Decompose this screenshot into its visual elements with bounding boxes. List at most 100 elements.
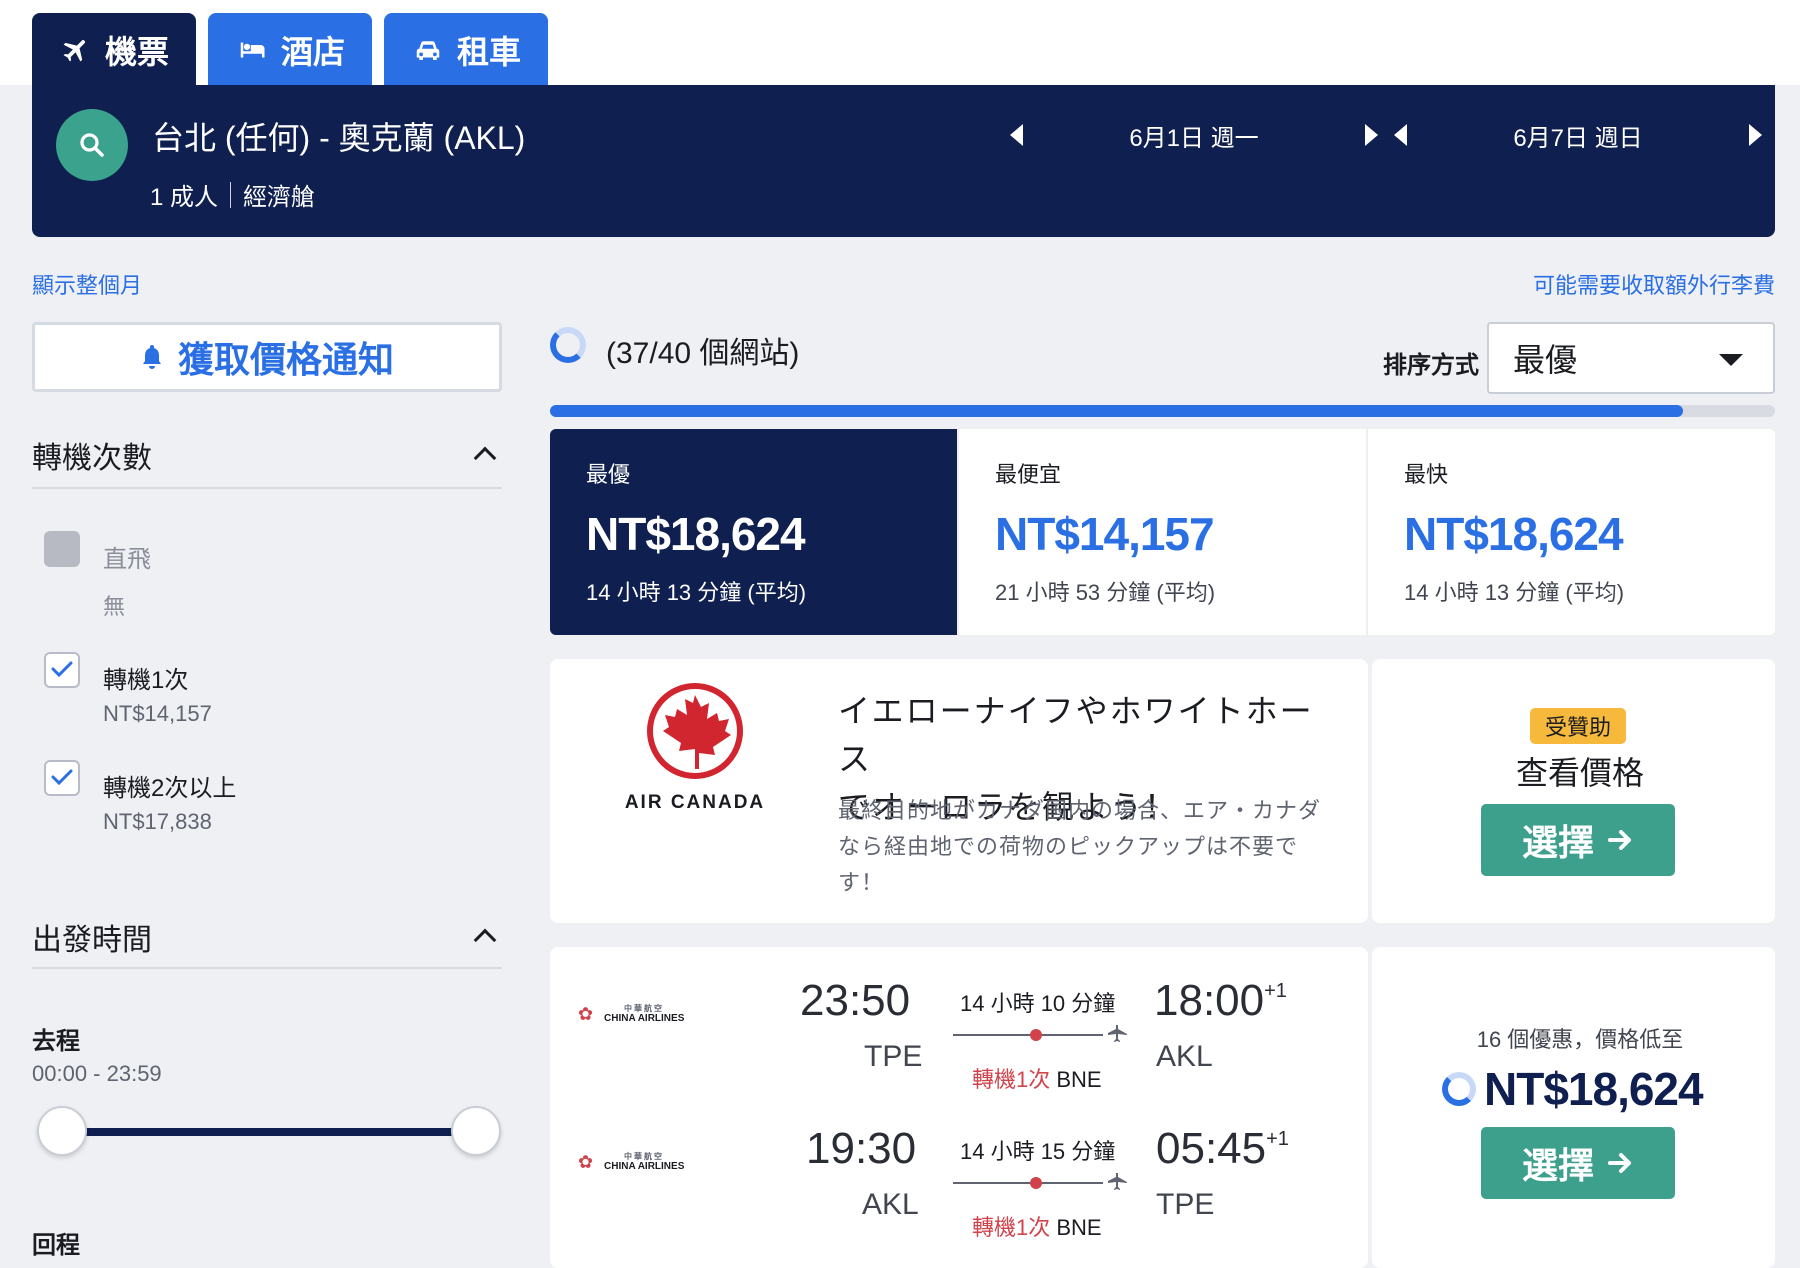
one-stop-checkbox[interactable] <box>44 652 80 688</box>
one-stop-label[interactable]: 轉機1次 <box>103 660 188 695</box>
day-offset: +1 <box>1264 980 1287 1002</box>
leg-via-airport: BNE <box>1056 1215 1102 1240</box>
sponsored-badge: 受贊助 <box>1530 708 1626 744</box>
tab-flights[interactable]: 機票 <box>32 13 196 86</box>
airplane-icon <box>1108 1173 1127 1190</box>
slider-handle-start[interactable] <box>37 1106 87 1156</box>
depart-date-picker: 6月1日 週一 <box>1010 115 1378 155</box>
progress-text: (37/40 個網站) <box>606 337 800 370</box>
show-month-link[interactable]: 顯示整個月 <box>32 268 142 300</box>
route-text[interactable]: 台北 (任何) - 奧克蘭 (AKL) <box>152 113 525 159</box>
summary-tab-duration: 14 小時 13 分鐘 (平均) <box>586 580 807 605</box>
ad-select-button[interactable]: 選擇 <box>1481 804 1675 876</box>
departure-time-title[interactable]: 出發時間 <box>32 915 152 959</box>
result-select-label: 選擇 <box>1521 1145 1594 1186</box>
plum-blossom-icon: ✿ <box>578 1004 594 1024</box>
air-canada-logo: AIR CANADA <box>620 681 770 814</box>
view-price-label: 查看價格 <box>1515 755 1644 791</box>
ad-title-line: イエローナイフやホワイトホース <box>838 693 1314 777</box>
leg-stop-count: 轉機1次 <box>972 1215 1051 1240</box>
leg-stops: 轉機1次 BNE <box>972 1210 1102 1242</box>
cabin-class: 經濟艙 <box>243 184 316 211</box>
return-date[interactable]: 6月7日 週日 <box>1407 118 1749 153</box>
depart-next-arrow-icon[interactable] <box>1365 124 1378 146</box>
summary-tab-cheapest[interactable]: 最便宜 NT$14,157 21 小時 53 分鐘 (平均) <box>959 429 1368 635</box>
summary-tab-best[interactable]: 最優 NT$18,624 14 小時 13 分鐘 (平均) <box>550 429 959 635</box>
plum-blossom-icon: ✿ <box>578 1152 594 1172</box>
sort-value: 最優 <box>1513 342 1578 378</box>
car-icon <box>416 40 440 60</box>
depart-prev-arrow-icon[interactable] <box>1010 124 1023 146</box>
stops-filter-title[interactable]: 轉機次數 <box>32 433 152 477</box>
sponsored-ad-card[interactable]: AIR CANADA イエローナイフやホワイトホース でオーロラを観よう！ 最終… <box>550 659 1368 923</box>
leg-duration: 14 小時 15 分鐘 <box>960 1139 1116 1164</box>
search-summary-bar: 台北 (任何) - 奧克蘭 (AKL) 1 成人 經濟艙 6月1日 週一 6月7… <box>32 85 1775 237</box>
outbound-slider-track[interactable] <box>62 1128 476 1136</box>
tab-hotels[interactable]: 酒店 <box>208 13 372 86</box>
leg-stop-dot <box>1030 1029 1042 1041</box>
summary-tab-label: 最便宜 <box>995 462 1062 487</box>
maple-leaf-icon <box>647 683 743 779</box>
result-select-button[interactable]: 選擇 <box>1481 1127 1675 1199</box>
summary-tab-duration: 14 小時 13 分鐘 (平均) <box>1404 580 1625 605</box>
bell-icon <box>142 345 161 369</box>
checkmark-icon <box>51 769 73 786</box>
leg-stop-count: 轉機1次 <box>972 1067 1051 1092</box>
nonstop-price: 無 <box>103 594 126 619</box>
summary-tab-label: 最優 <box>586 462 631 487</box>
result-price: NT$18,624 <box>1442 1062 1704 1116</box>
airline-logo: ✿ 中華航空 CHINA AIRLINES <box>578 1152 684 1172</box>
one-stop-price: NT$14,157 <box>103 701 212 726</box>
airplane-icon <box>1108 1025 1127 1042</box>
loading-spinner-icon <box>1442 1072 1476 1106</box>
summary-tab-duration: 21 小時 53 分鐘 (平均) <box>995 580 1216 605</box>
arrow-right-icon <box>1608 830 1631 850</box>
leg-arrive-time: 18:00+1 <box>1154 976 1287 1026</box>
outbound-label: 去程 <box>32 1028 80 1055</box>
return-next-arrow-icon[interactable] <box>1749 124 1762 146</box>
leg-arrive-time-value: 18:00 <box>1154 976 1265 1025</box>
ad-brand: AIR CANADA <box>624 792 766 813</box>
airline-name: CHINA AIRLINES <box>604 1161 685 1172</box>
two-plus-stops-checkbox[interactable] <box>44 760 80 796</box>
leg-arrive-airport: TPE <box>1156 1188 1215 1221</box>
chevron-up-icon[interactable] <box>473 446 497 470</box>
depart-date[interactable]: 6月1日 週一 <box>1023 118 1365 153</box>
ad-select-label: 選擇 <box>1521 822 1594 863</box>
chevron-up-icon[interactable] <box>473 928 497 952</box>
search-icon <box>80 133 104 157</box>
price-alert-button[interactable]: 獲取價格通知 <box>32 322 502 392</box>
tab-cars[interactable]: 租車 <box>384 13 548 86</box>
leg-arrive-time: 05:45+1 <box>1156 1124 1289 1174</box>
return-prev-arrow-icon[interactable] <box>1394 124 1407 146</box>
price-alert-label: 獲取價格通知 <box>177 339 394 380</box>
leg-depart-time: 19:30 <box>806 1124 917 1173</box>
summary-tab-fastest[interactable]: 最快 NT$18,624 14 小時 13 分鐘 (平均) <box>1368 429 1775 635</box>
leg-via-airport: BNE <box>1056 1067 1102 1092</box>
baggage-fees-link[interactable]: 可能需要收取額外行李費 <box>1533 268 1775 300</box>
slider-handle-end[interactable] <box>451 1106 501 1156</box>
sort-label: 排序方式 <box>1383 352 1479 379</box>
search-progress-fill <box>550 405 1684 417</box>
bed-icon <box>240 42 265 57</box>
divider <box>32 967 502 969</box>
leg-route-line <box>953 1182 1103 1184</box>
deals-count: 16 個優惠，價格低至 <box>1476 1027 1684 1052</box>
tab-hotels-label: 酒店 <box>280 33 345 70</box>
leg-depart-airport: AKL <box>862 1188 919 1221</box>
divider <box>32 487 502 489</box>
search-button[interactable] <box>56 109 128 181</box>
sort-select[interactable]: 最優 <box>1487 322 1775 394</box>
leg-stop-dot <box>1030 1177 1042 1189</box>
loading-spinner-icon <box>550 327 586 363</box>
chevron-down-icon <box>1719 354 1743 366</box>
summary-tab-price: NT$14,157 <box>995 508 1215 560</box>
nonstop-label: 直飛 <box>103 546 151 573</box>
leg-depart-airport: TPE <box>864 1040 923 1073</box>
return-label: 回程 <box>32 1232 80 1259</box>
two-plus-stops-label[interactable]: 轉機2次以上 <box>103 768 236 803</box>
passenger-cabin[interactable]: 1 成人 經濟艙 <box>150 177 315 212</box>
tab-cars-label: 租車 <box>456 33 521 70</box>
two-plus-stops-price: NT$17,838 <box>103 809 212 834</box>
result-price-value: NT$18,624 <box>1484 1063 1704 1115</box>
